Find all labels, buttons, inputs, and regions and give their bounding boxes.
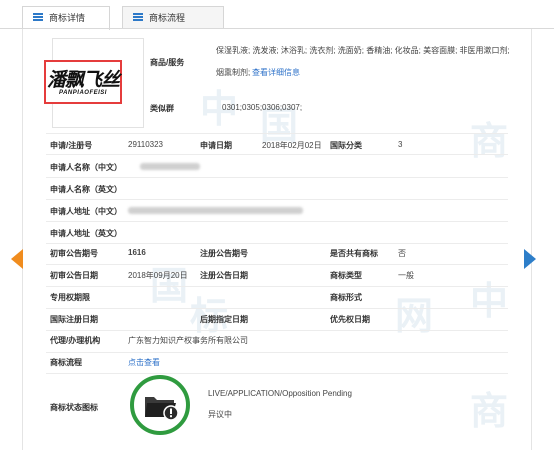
row-divider (46, 221, 508, 222)
view-details-link[interactable]: 查看详细信息 (252, 67, 300, 78)
address-cn-label: 申请人地址（中文） (50, 207, 122, 216)
process-label: 商标流程 (50, 358, 82, 367)
tm-type-label: 商标类型 (330, 271, 362, 280)
agent-value: 广东智力知识产权事务所有限公司 (128, 336, 248, 345)
trademark-logo: 潘飘飞丝 PANPIAOFEISI (44, 60, 122, 104)
similar-group-value: 0301;0305;0306;0307; (222, 103, 303, 112)
shared-label: 是否共有商标 (330, 249, 378, 258)
goods-label: 商品/服务 (150, 58, 185, 67)
reg-no-label: 申请/注册号 (50, 141, 93, 150)
process-view-link[interactable]: 点击查看 (128, 357, 160, 368)
watermark-char: 商 (470, 119, 509, 163)
tm-form-label: 商标形式 (330, 293, 362, 302)
row-divider (46, 330, 508, 331)
prelim-pub-date-label: 初审公告日期 (50, 271, 98, 280)
row-divider (46, 243, 508, 244)
list-icon (33, 13, 43, 22)
goods-text-cont: 烟熏制剂; (216, 68, 251, 77)
tab-label: 商标流程 (149, 13, 186, 23)
watermark-char: 商 (470, 389, 509, 433)
reg-pub-date-label: 注册公告日期 (200, 271, 248, 280)
watermark-char: 中 (470, 279, 509, 323)
goods-text: 保湿乳液; 洗发液; 沐浴乳; 洗衣剂; 洗面奶; 香精油; 化妆品; 美容面膜… (216, 46, 510, 55)
address-en-label: 申请人地址（英文） (50, 229, 122, 238)
redacted-value (128, 207, 303, 214)
status-english: LIVE/APPLICATION/Opposition Pending (208, 389, 352, 398)
row-divider (46, 133, 508, 134)
status-icon-label: 商标状态图标 (50, 403, 98, 412)
next-arrow-button[interactable] (524, 249, 536, 269)
tm-type-value: 一般 (398, 271, 414, 280)
applicant-en-label: 申请人名称（英文） (50, 185, 122, 194)
similar-group-label: 类似群 (150, 104, 174, 113)
intl-class-label: 国际分类 (330, 141, 362, 150)
status-badge (130, 375, 190, 435)
row-divider (46, 199, 508, 200)
logo-english-text: PANPIAOFEISI (59, 90, 107, 96)
intl-reg-date-label: 国际注册日期 (50, 315, 98, 324)
applicant-cn-label: 申请人名称（中文） (50, 163, 122, 172)
reg-no-value: 29110323 (128, 140, 163, 149)
prelim-pub-no-label: 初审公告期号 (50, 249, 98, 258)
apply-date-value: 2018年02月02日 (262, 141, 322, 150)
later-designation-label: 后期指定日期 (200, 315, 248, 324)
tab-trademark-process[interactable]: 商标流程 (122, 6, 224, 29)
reg-pub-no-label: 注册公告期号 (200, 249, 248, 258)
row-divider (46, 286, 508, 287)
row-divider (46, 308, 508, 309)
watermark-char: 标 (190, 294, 229, 338)
row-divider (46, 352, 508, 353)
row-divider (46, 177, 508, 178)
intl-class-value: 3 (398, 140, 403, 149)
watermark-char: 网 (395, 294, 434, 338)
tab-trademark-details[interactable]: 商标详情 (22, 6, 110, 30)
status-chinese: 异议中 (208, 410, 232, 419)
logo-chinese-text: 潘飘飞丝 (46, 69, 120, 91)
redacted-value (140, 163, 200, 170)
shared-value: 否 (398, 249, 406, 258)
grid-list-icon (133, 13, 143, 22)
prelim-pub-date-value: 2018年09月20日 (128, 271, 188, 280)
prev-arrow-button[interactable] (11, 249, 23, 269)
folder-alert-icon (145, 397, 179, 421)
agent-label: 代理/办理机构 (50, 336, 101, 345)
exclusive-period-label: 专用权期限 (50, 293, 90, 302)
row-divider (46, 154, 508, 155)
priority-date-label: 优先权日期 (330, 315, 370, 324)
prelim-pub-no-value: 1616 (128, 248, 146, 257)
tab-label: 商标详情 (49, 13, 86, 23)
row-divider (46, 264, 508, 265)
row-divider (46, 373, 508, 374)
apply-date-label: 申请日期 (200, 141, 232, 150)
